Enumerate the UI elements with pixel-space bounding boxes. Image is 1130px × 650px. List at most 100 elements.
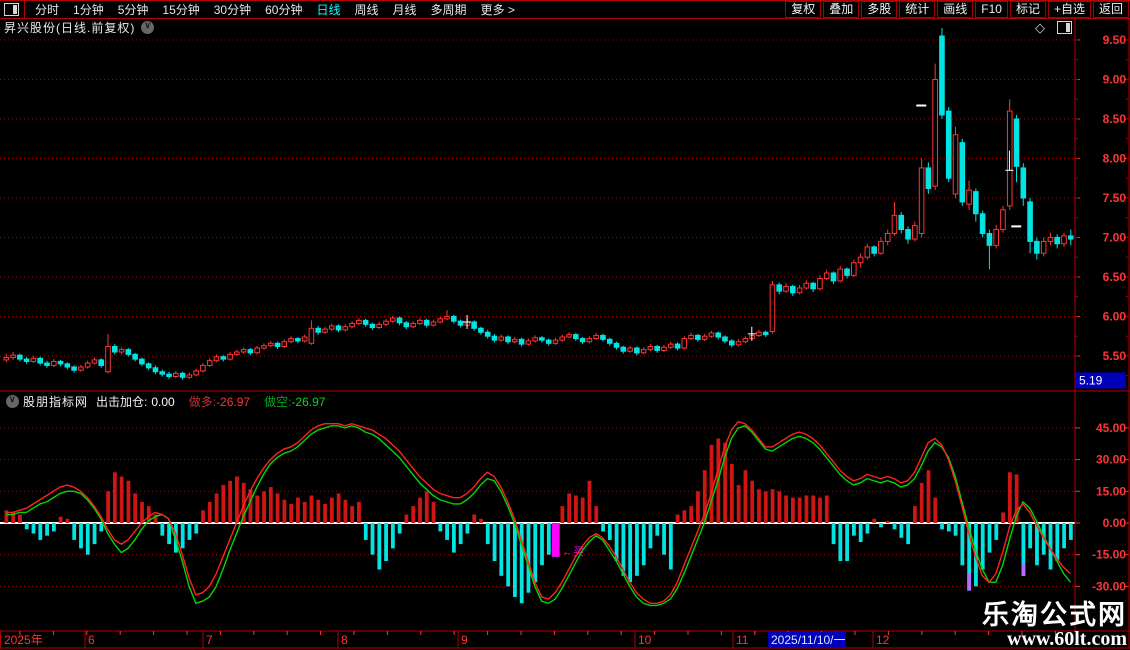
candle-body xyxy=(579,338,586,343)
candle-body xyxy=(695,334,701,340)
toolbar-button-5[interactable]: F10 xyxy=(975,1,1008,18)
candle-body xyxy=(1000,209,1006,231)
indicator-axis-label: -15.00 xyxy=(1092,548,1126,562)
period-tab-0[interactable]: 分时 xyxy=(28,1,66,18)
toolbar-button-0[interactable]: 复权 xyxy=(785,1,822,18)
candle-body xyxy=(173,372,179,377)
candle-body xyxy=(403,322,410,328)
indicator-bar xyxy=(51,523,56,532)
indicator-bar xyxy=(329,497,334,523)
candle-body xyxy=(1034,240,1040,254)
indicator-bar xyxy=(140,501,144,523)
toolbar-button-3[interactable]: 统计 xyxy=(899,1,936,18)
candle-body xyxy=(139,358,145,365)
candle-body xyxy=(613,342,620,348)
candle-body xyxy=(342,326,349,331)
date-label[interactable]: 11 xyxy=(736,633,749,647)
period-tab-2[interactable]: 5分钟 xyxy=(111,1,156,18)
indicator-bar xyxy=(675,514,680,523)
candle-body xyxy=(830,272,837,282)
indicator-bar xyxy=(438,523,443,532)
indicator-bar xyxy=(763,491,768,523)
candle-body xyxy=(437,318,444,323)
period-tab-4[interactable]: 30分钟 xyxy=(207,1,258,18)
indicator-bar xyxy=(757,489,761,523)
indicator-bar xyxy=(85,523,90,555)
candle-body xyxy=(166,373,172,377)
indicator-bar xyxy=(655,523,660,536)
candle-body xyxy=(776,284,783,292)
date-label[interactable]: 12 xyxy=(876,633,890,647)
indicator-bar xyxy=(513,523,517,597)
indicator-bar xyxy=(662,523,666,555)
indicator-bar xyxy=(445,523,449,540)
diamond-icon[interactable]: ◇ xyxy=(1035,20,1045,36)
candle-body xyxy=(566,334,572,338)
window-icon[interactable] xyxy=(1057,21,1072,34)
indicator-bar xyxy=(431,501,436,523)
date-label[interactable]: 7 xyxy=(206,633,213,647)
toolbar-button-4[interactable]: 画线 xyxy=(937,1,974,18)
indicator-bar xyxy=(404,514,409,523)
candle-body xyxy=(444,315,450,320)
indicator-bar xyxy=(946,523,951,532)
candle-body xyxy=(78,366,84,371)
candle-body xyxy=(837,268,844,282)
toolbar-button-7[interactable]: +自选 xyxy=(1047,1,1091,18)
toolbar-button-6[interactable]: 标记 xyxy=(1009,1,1046,18)
candle-body xyxy=(44,362,50,366)
indicator-bar xyxy=(262,491,266,523)
period-tab-8[interactable]: 月线 xyxy=(386,1,424,18)
price-axis-label: 7.00 xyxy=(1103,230,1127,244)
candle-body xyxy=(796,287,803,294)
period-tab-7[interactable]: 周线 xyxy=(347,1,385,18)
candle-body xyxy=(586,338,593,343)
indicator-chevron-icon[interactable] xyxy=(6,394,19,408)
indicator-bar xyxy=(485,523,490,545)
toolbar-button-8[interactable]: 返回 xyxy=(1092,1,1129,18)
indicator-bar xyxy=(363,523,368,540)
date-label[interactable]: 6 xyxy=(88,633,95,647)
toolbar-button-1[interactable]: 叠加 xyxy=(823,1,860,18)
indicator-bar xyxy=(187,523,192,540)
indicator-bar xyxy=(275,493,280,523)
indicator-bar xyxy=(390,523,395,549)
candle-body xyxy=(627,347,633,352)
candle-body xyxy=(817,278,823,290)
chevron-down-icon[interactable] xyxy=(141,20,155,34)
period-tab-5[interactable]: 60分钟 xyxy=(258,1,309,18)
period-tab-10[interactable]: 更多 > xyxy=(474,1,522,18)
indicator-bar xyxy=(797,497,802,523)
period-tab-6[interactable]: 日线 xyxy=(309,1,347,18)
period-tab-9[interactable]: 多周期 xyxy=(424,1,474,18)
candle-body xyxy=(471,321,477,329)
date-label[interactable]: 9 xyxy=(461,633,468,647)
period-tab-1[interactable]: 1分钟 xyxy=(66,1,111,18)
candle-body xyxy=(457,320,464,326)
indicator-bar xyxy=(1062,523,1066,549)
candle-body xyxy=(213,356,220,362)
date-label[interactable]: 8 xyxy=(341,633,348,647)
indicator-axis-label: -30.00 xyxy=(1092,579,1126,593)
toolbar-button-2[interactable]: 多股 xyxy=(861,1,898,18)
watermark-line1: 乐淘公式网 xyxy=(982,600,1127,630)
date-label[interactable]: 2025年 xyxy=(4,633,43,647)
candle-body xyxy=(98,359,105,366)
indicator-bar xyxy=(302,501,307,523)
candle-body xyxy=(23,358,30,362)
indicator-bar xyxy=(418,497,422,523)
indicator-bar xyxy=(689,506,694,523)
title-row: 昇兴股份(日线.前复权) ◇ xyxy=(0,19,1130,36)
layout-icon[interactable] xyxy=(4,3,19,16)
period-tab-3[interactable]: 15分钟 xyxy=(155,1,206,18)
candle-body xyxy=(328,325,335,330)
candle-body xyxy=(932,78,938,187)
date-label[interactable]: 10 xyxy=(638,633,652,647)
candle-body xyxy=(857,256,864,264)
price-axis-label: 5.50 xyxy=(1103,349,1127,363)
candle-body xyxy=(186,374,193,378)
candle-body xyxy=(234,351,240,355)
indicator-bar xyxy=(750,480,755,523)
candle-body xyxy=(905,229,911,240)
candle-body xyxy=(525,340,532,345)
